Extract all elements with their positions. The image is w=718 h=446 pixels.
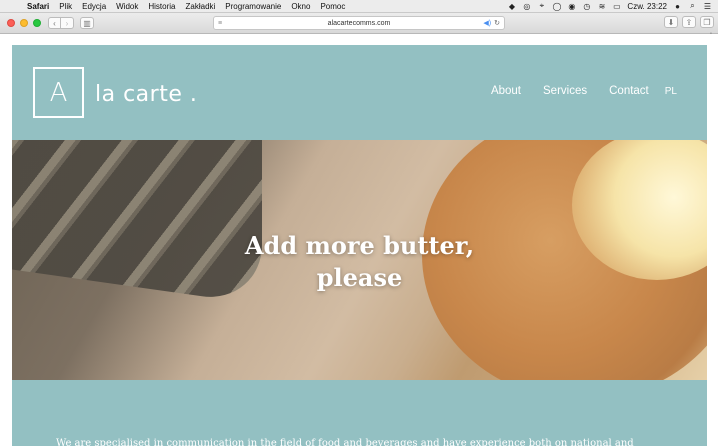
history-nav: ‹ › [48,17,74,29]
location-icon[interactable]: ⌖ [537,1,546,11]
intro-section: We are specialised in communication in t… [12,380,707,446]
wifi-icon[interactable]: ≋ [597,2,606,11]
time-machine-icon[interactable]: ◷ [582,2,591,11]
reload-icon[interactable]: ↻ [494,19,500,27]
shield-icon[interactable]: ◯ [552,2,561,11]
menu-pomoc[interactable]: Pomoc [315,2,350,11]
battery-icon[interactable]: ▭ [612,2,621,11]
site: A la carte . About Services Contact PL A… [12,45,707,446]
menu-plik[interactable]: Plik [54,2,77,11]
menu-programowanie[interactable]: Programowanie [220,2,286,11]
address-actions: ◀) ↻ [483,19,500,27]
menu-historia[interactable]: Historia [143,2,180,11]
spotlight-icon[interactable]: ⌕ [688,1,697,11]
fullscreen-window-button[interactable] [33,19,41,27]
page-viewport: A la carte . About Services Contact PL A… [0,34,718,446]
nav-language-pl[interactable]: PL [665,85,677,97]
sidebar-toggle-icon[interactable]: ▥ [80,17,94,29]
logo-mark[interactable]: A [33,67,84,118]
menu-edycja[interactable]: Edycja [77,2,111,11]
address-bar[interactable]: ≡ alacartecomms.com ◀) ↻ [213,16,505,30]
menu-clock[interactable]: Czw. 23:22 [627,2,667,11]
site-header: A la carte . About Services Contact PL [12,45,707,140]
toolbar-right: ⬇ ⇪ ❐ [664,16,714,28]
share-icon[interactable]: ⇪ [682,16,696,28]
window-controls [0,19,48,27]
menu-safari[interactable]: Safari [22,2,54,11]
hero-title: Add more butter, please [12,230,707,294]
forward-button[interactable]: › [61,17,74,29]
main-nav: About Services Contact PL [469,85,677,97]
browser-toolbar: ‹ › ▥ ≡ alacartecomms.com ◀) ↻ ⬇ ⇪ ❐ [0,13,718,34]
menu-widok[interactable]: Widok [111,2,143,11]
hero-title-line-1: Add more butter, [244,231,475,260]
back-button[interactable]: ‹ [48,17,61,29]
address-url[interactable]: alacartecomms.com [214,20,504,27]
minimize-window-button[interactable] [20,19,28,27]
hero-title-line-2: please [316,263,403,292]
nav-services[interactable]: Services [543,85,587,97]
menu-bar: Safari Plik Edycja Widok Historia Zakład… [0,0,718,13]
dropbox-icon[interactable]: ◆ [507,2,516,11]
sync-icon[interactable]: ◉ [567,2,576,11]
close-window-button[interactable] [7,19,15,27]
notification-center-icon[interactable]: ☰ [703,2,712,11]
nav-about[interactable]: About [491,85,521,97]
intro-text: We are specialised in communication in t… [56,438,634,446]
logo-text[interactable]: la carte . [95,82,197,107]
status-area: ◆ ◎ ⌖ ◯ ◉ ◷ ≋ ▭ Czw. 23:22 ● ⌕ ☰ [507,1,718,11]
reader-icon[interactable]: ≡ [218,20,222,27]
creative-cloud-icon[interactable]: ◎ [522,2,531,11]
nav-contact[interactable]: Contact [609,85,649,97]
hero-banner: Add more butter, please [12,140,707,380]
menu-zakladki[interactable]: Zakładki [181,2,221,11]
downloads-icon[interactable]: ⬇ [664,16,678,28]
user-icon[interactable]: ● [673,2,682,11]
audio-icon[interactable]: ◀) [483,19,491,27]
tabs-overview-icon[interactable]: ❐ [700,16,714,28]
menu-okno[interactable]: Okno [286,2,315,11]
